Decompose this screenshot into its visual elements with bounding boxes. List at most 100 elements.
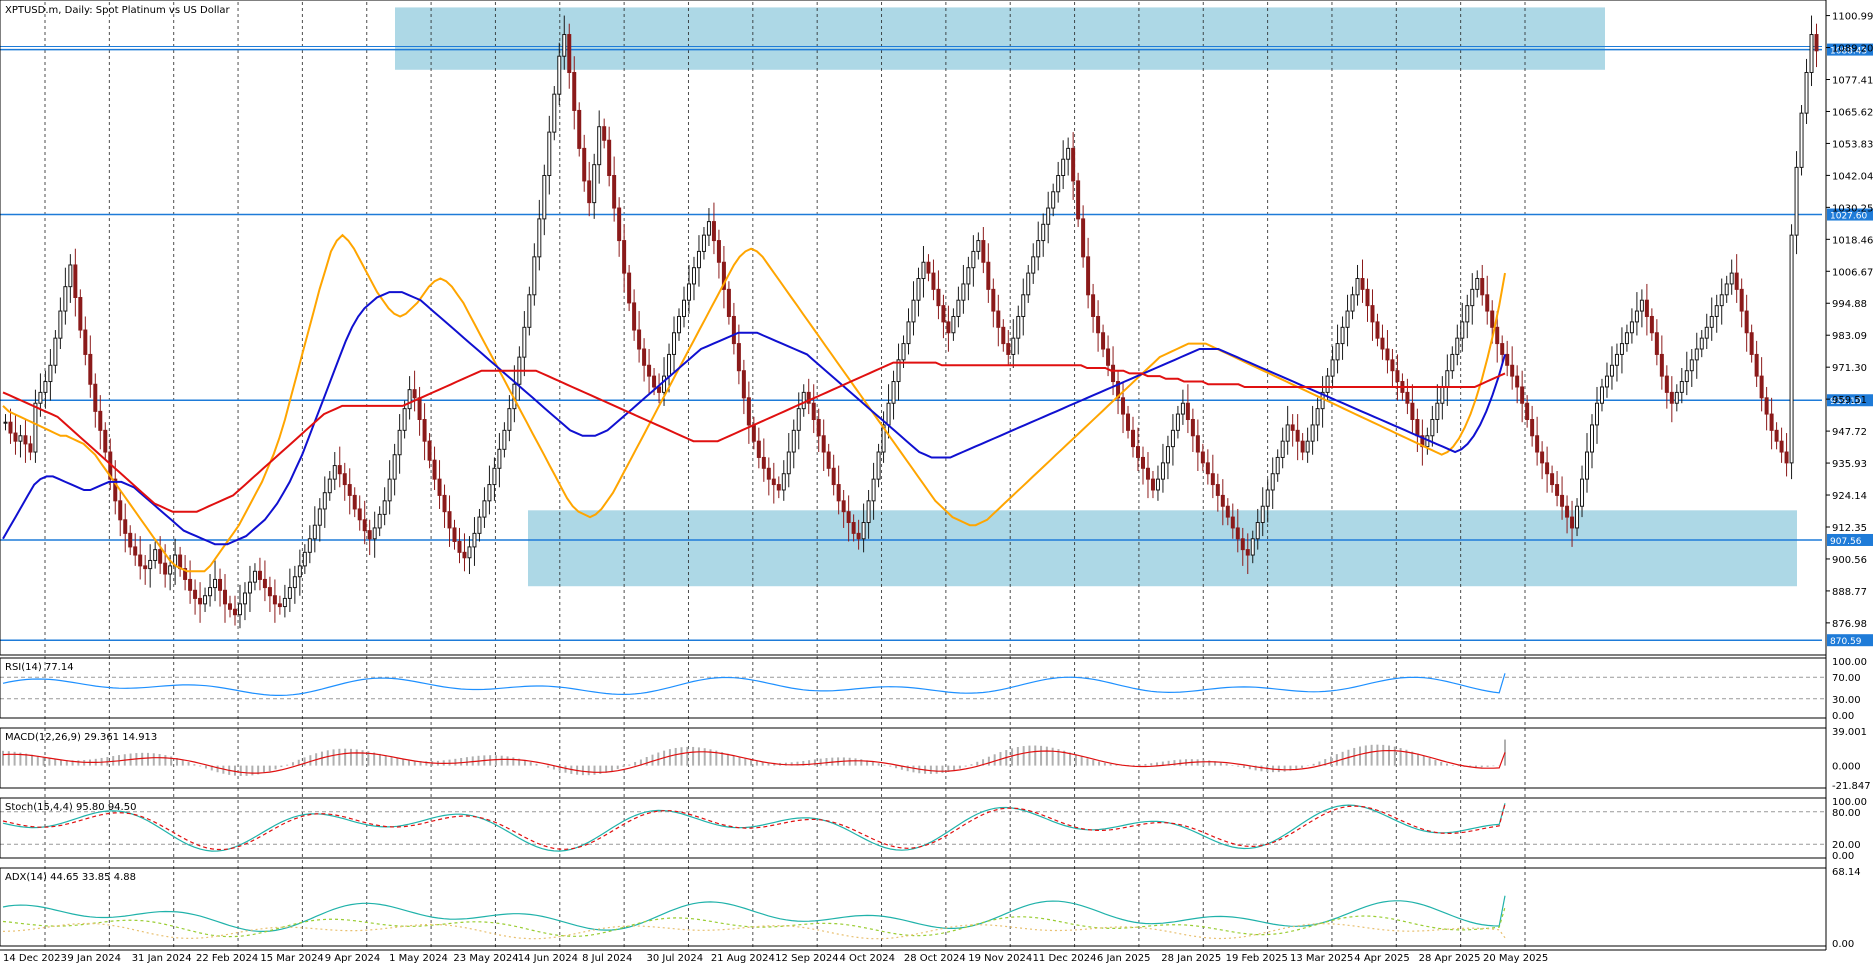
candle-body [1415,418,1420,437]
candle-body [637,329,642,350]
candle-body [1694,348,1699,361]
candle-body [846,511,851,524]
candle-body [292,576,297,589]
candle-body [242,592,247,605]
candle-body [667,353,672,377]
candle-body [277,603,282,608]
candle-body [1375,321,1380,339]
candle-body [1380,337,1385,350]
candle-body [1275,456,1280,475]
candle-body [1580,478,1585,507]
candle-body [761,456,766,469]
candle-body [836,484,841,502]
candle-body [592,164,597,204]
candle-body [1649,315,1654,334]
candle-body [602,126,607,141]
date-tick-label: 11 Dec 2024 [1033,953,1097,964]
candle-body [78,297,83,331]
candle-body [1345,310,1350,328]
candle-body [1071,147,1076,182]
candle-body [1734,272,1739,290]
candle-body [1570,516,1575,529]
candle-body [1360,278,1365,290]
candle-body [28,443,33,453]
price-tick-label: 876.98 [1832,619,1867,630]
stoch-title: Stoch(15,4,4) 95.80 94.50 [5,802,136,813]
candle-body [482,500,487,518]
candle-body [208,587,213,597]
candle-body [327,478,332,494]
candle-body [377,513,382,529]
candle-body [876,451,881,480]
indicator-tick-label: 39.001 [1832,727,1867,738]
candle-body [936,288,941,307]
candle-body [1290,424,1295,431]
candle-body [1674,391,1679,404]
candle-body [851,522,856,534]
candle-body [1051,191,1056,209]
candle-body [781,473,786,491]
candle-body [941,305,946,323]
candle-body [1560,494,1565,507]
candle-body [1744,310,1749,334]
date-tick-label: 8 Jul 2024 [582,953,632,964]
candle-body [1350,294,1355,312]
candle-body [1475,278,1480,290]
candle-body [976,240,981,252]
candle-body [1195,435,1200,453]
candle-body [237,603,242,616]
candle-body [796,408,801,431]
candle-body [1265,489,1270,507]
candle-body [1669,391,1674,404]
candle-body [1515,375,1520,388]
candle-body [1530,418,1535,437]
candle-body [1126,413,1131,431]
date-tick-label: 21 Aug 2024 [711,953,775,964]
candle-body [617,207,622,242]
candle-body [1285,424,1290,442]
trading-chart[interactable]: 1088.451027.60959.10907.56870.59 100.007… [0,0,1875,964]
candle-body [73,264,78,299]
price-tick-label: 924.14 [1832,491,1867,502]
price-tick-label: 983.09 [1832,331,1867,342]
candle-body [1450,353,1455,372]
candle-body [1619,343,1624,355]
candle-body [317,508,322,526]
date-tick-label: 4 Apr 2025 [1354,953,1409,964]
candle-body [1555,484,1560,496]
candle-body [861,522,866,540]
candle-body [1495,326,1500,345]
candle-body [422,418,427,442]
candle-body [1585,451,1590,480]
date-tick-label: 28 Apr 2025 [1419,953,1481,964]
candle-body [1031,256,1036,274]
candle-body [1774,429,1779,442]
candle-body [267,587,272,597]
candle-body [397,429,402,456]
candle-body [577,109,582,149]
candle-body [1200,451,1205,464]
candle-body [1001,326,1006,345]
candle-body [367,530,372,540]
candle-body [1634,310,1639,323]
candle-body [1709,315,1714,328]
candle-body [547,131,552,177]
indicator-tick-label: 80.00 [1832,808,1861,819]
candle-body [1764,397,1769,415]
candle-body [686,283,691,301]
candle-body [427,440,432,461]
candle-body [1210,473,1215,486]
price-tick-label: 1018.46 [1832,235,1873,246]
candle-body [1435,402,1440,420]
candle-body [1305,440,1310,453]
candle-body [946,321,951,334]
candle-body [1180,402,1185,415]
candle-body [786,451,791,475]
candle-body [776,484,781,491]
date-tick-label: 13 Mar 2025 [1290,953,1353,964]
candle-body [572,71,577,111]
candle-body [557,55,562,95]
candle-body [342,473,347,486]
candle-body [402,408,407,431]
candle-body [632,302,637,331]
